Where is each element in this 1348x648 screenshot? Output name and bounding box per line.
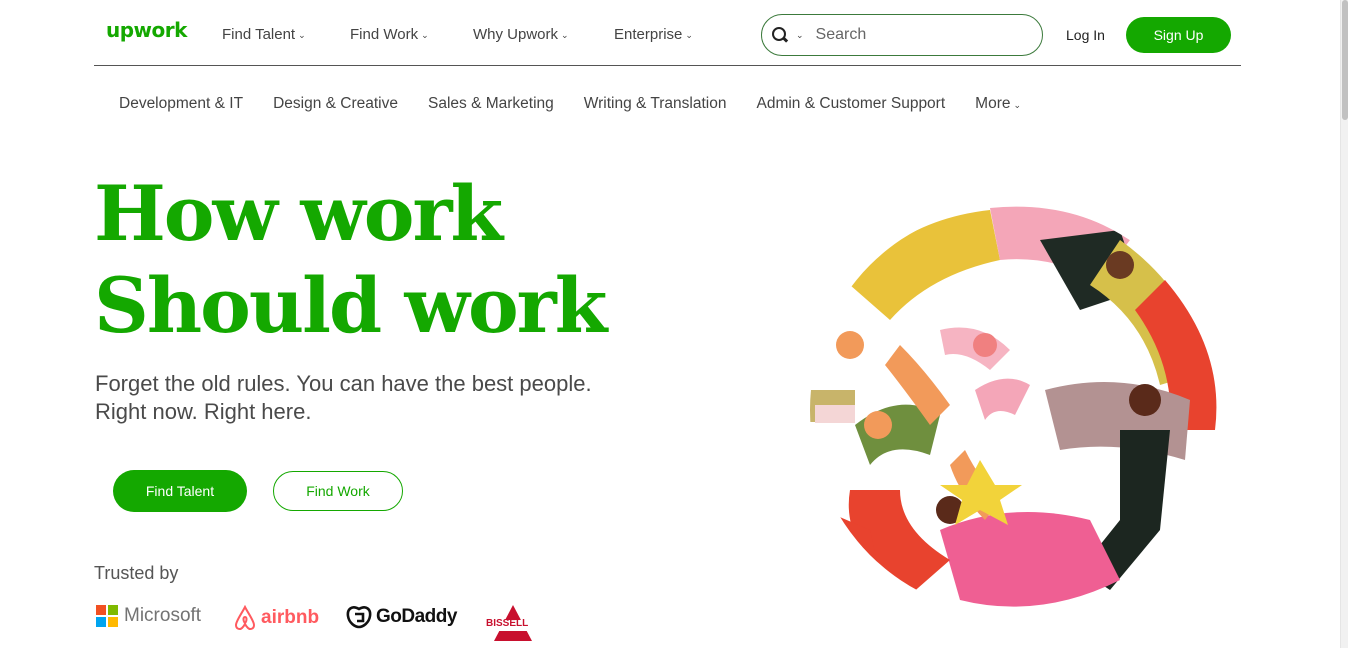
microsoft-logo: Microsoft [96,605,201,627]
chevron-down-icon: ⌄ [421,30,429,40]
nav-enterprise-label: Enterprise [614,26,683,43]
category-writing-translation[interactable]: Writing & Translation [584,95,727,113]
airbnb-belo-icon [234,605,256,630]
nav-find-talent[interactable]: Find Talent ⌄ [222,26,306,43]
find-work-button[interactable]: Find Work [273,471,403,511]
nav-enterprise[interactable]: Enterprise ⌄ [614,26,693,43]
search-bar: ⌄ [761,14,1043,56]
hero-illustration [810,205,1220,615]
category-more-label: More [975,95,1011,112]
category-design-creative[interactable]: Design & Creative [273,95,398,113]
bissell-name: BISSELL [486,618,529,629]
hero-title: How work Should work [94,168,607,352]
godaddy-icon [346,606,372,629]
microsoft-name: Microsoft [124,605,202,626]
nav-find-work-label: Find Work [350,26,419,43]
nav-find-talent-label: Find Talent [222,26,296,43]
chevron-down-icon: ⌄ [561,30,569,40]
bissell-logo: BISSELL [484,603,542,643]
hero-title-line2: Should work [94,261,607,350]
chevron-down-icon: ⌄ [685,30,693,40]
nav-find-work[interactable]: Find Work ⌄ [350,26,429,43]
search-type-dropdown-icon[interactable]: ⌄ [796,30,804,41]
godaddy-name: GoDaddy [376,606,457,627]
search-icon[interactable] [772,27,788,43]
page-scrollbar[interactable] [1340,0,1348,648]
category-nav: Development & IT Design & Creative Sales… [119,95,1021,113]
microsoft-grid-icon [96,605,118,627]
airbnb-logo: airbnb [233,605,319,631]
signup-button[interactable]: Sign Up [1126,17,1231,53]
trusted-by-label: Trusted by [94,563,179,583]
hero-title-line1: How work [94,169,503,258]
airbnb-name: airbnb [261,607,320,628]
category-more[interactable]: More ⌄ [975,95,1021,113]
chevron-down-icon: ⌄ [1013,99,1022,110]
hero-subtitle: Forget the old rules. You can have the b… [95,370,655,426]
hero-subtitle-line1: Forget the old rules. You can have the b… [95,371,592,396]
nav-why-upwork[interactable]: Why Upwork ⌄ [473,26,569,43]
find-talent-button[interactable]: Find Talent [113,470,247,512]
nav-why-upwork-label: Why Upwork [473,26,559,43]
category-development-it[interactable]: Development & IT [119,95,243,113]
godaddy-logo: GoDaddy [346,605,457,629]
search-input[interactable] [815,26,1016,44]
top-header: upwork Find Talent ⌄ Find Work ⌄ Why Upw… [94,0,1241,66]
hero-subtitle-line2: Right now. Right here. [95,399,312,424]
upwork-logo[interactable]: upwork [106,18,187,42]
category-admin-support[interactable]: Admin & Customer Support [756,95,945,113]
login-link[interactable]: Log In [1066,27,1105,43]
category-sales-marketing[interactable]: Sales & Marketing [428,95,554,113]
scrollbar-thumb[interactable] [1342,0,1348,120]
chevron-down-icon: ⌄ [298,30,306,40]
